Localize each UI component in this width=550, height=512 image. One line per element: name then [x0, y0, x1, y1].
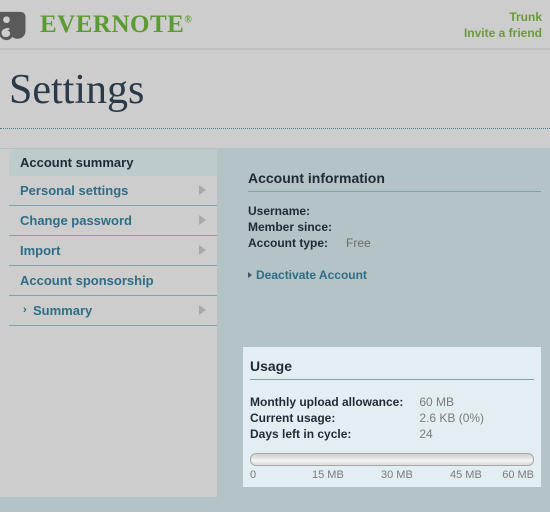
days-left-in-cycle-label: Days left in cycle: [250, 427, 352, 441]
chevron-right-icon [199, 245, 206, 255]
username-value [346, 204, 371, 220]
days-left-in-cycle-value: 24 [419, 427, 433, 441]
elephant-logo-icon [0, 11, 26, 41]
settings-sidebar: Account summary Personal settings Change… [0, 149, 217, 497]
sidebar-item-account-summary[interactable]: Account summary [9, 149, 217, 176]
registered-mark: ® [184, 14, 193, 26]
page-titlebar: Settings [0, 50, 550, 148]
usage-scale-tick-1: 15 MB [312, 469, 344, 481]
brand-name: EVERNOTE® [40, 11, 193, 38]
account-information-heading: Account information [248, 170, 541, 192]
triangle-bullet-icon [248, 272, 252, 278]
chevron-small-right-icon: › [23, 304, 27, 316]
sidebar-item-import[interactable]: Import [9, 236, 217, 266]
sidebar-item-account-sponsorship[interactable]: Account sponsorship [9, 266, 217, 296]
header-link-trunk[interactable]: Trunk [464, 9, 542, 25]
chevron-right-icon [199, 185, 206, 195]
table-row: Account type: Free [248, 236, 371, 252]
usage-scale-tick-3: 45 MB [450, 469, 482, 481]
sidebar-item-label: Import [20, 243, 61, 258]
chevron-right-icon [199, 305, 206, 315]
sidebar-item-label: Account summary [20, 155, 134, 170]
sidebar-item-personal-settings[interactable]: Personal settings [9, 176, 217, 206]
current-usage-label: Current usage: [250, 411, 336, 425]
table-row: Current usage: 2.6 KB (0%) [250, 410, 484, 426]
usage-scale: 0 15 MB 30 MB 45 MB 60 MB [250, 469, 534, 483]
header-link-invite-a-friend[interactable]: Invite a friend [464, 25, 542, 41]
sidebar-item-label: Summary [33, 303, 93, 318]
username-label: Username: [248, 204, 311, 218]
content-area: Account summary Personal settings Change… [0, 148, 550, 512]
header-links: Trunk Invite a friend [464, 9, 542, 41]
sidebar-nav-list: Personal settings Change password Import… [9, 176, 217, 326]
usage-table: Monthly upload allowance: 60 MB Current … [250, 394, 484, 442]
member-since-label: Member since: [248, 220, 333, 234]
deactivate-account-row: Deactivate Account [248, 268, 541, 282]
sidebar-item-label: Personal settings [20, 183, 129, 198]
sidebar-item-summary[interactable]: › Summary [9, 296, 217, 326]
usage-heading: Usage [250, 358, 534, 380]
member-since-value [346, 220, 371, 236]
usage-scale-tick-4: 60 MB [502, 469, 534, 481]
account-information-panel: Account information Username: Member sin… [243, 170, 541, 282]
table-row: Username: [248, 204, 371, 220]
usage-scale-tick-2: 30 MB [381, 469, 413, 481]
brand-logo-link[interactable]: EVERNOTE® [0, 4, 192, 46]
usage-progress-bar [250, 453, 534, 466]
site-header: EVERNOTE® Trunk Invite a friend [0, 0, 550, 50]
chevron-right-icon [199, 215, 206, 225]
table-row: Member since: [248, 220, 371, 236]
sidebar-item-label: Change password [20, 213, 132, 228]
account-type-label: Account type: [248, 236, 329, 250]
table-row: Monthly upload allowance: 60 MB [250, 394, 484, 410]
account-information-table: Username: Member since: Account type: Fr… [248, 204, 371, 252]
sidebar-item-change-password[interactable]: Change password [9, 206, 217, 236]
deactivate-account-link[interactable]: Deactivate Account [256, 268, 367, 282]
sidebar-item-label: Account sponsorship [20, 273, 154, 288]
monthly-upload-allowance-label: Monthly upload allowance: [250, 395, 404, 409]
table-row: Days left in cycle: 24 [250, 426, 484, 442]
usage-scale-tick-0: 0 [250, 469, 257, 481]
monthly-upload-allowance-value: 60 MB [419, 395, 455, 409]
current-usage-value: 2.6 KB (0%) [419, 411, 485, 425]
account-type-value: Free [346, 236, 371, 250]
page-title: Settings [9, 67, 145, 113]
title-divider [0, 128, 550, 129]
usage-panel: Usage Monthly upload allowance: 60 MB Cu… [243, 347, 541, 487]
